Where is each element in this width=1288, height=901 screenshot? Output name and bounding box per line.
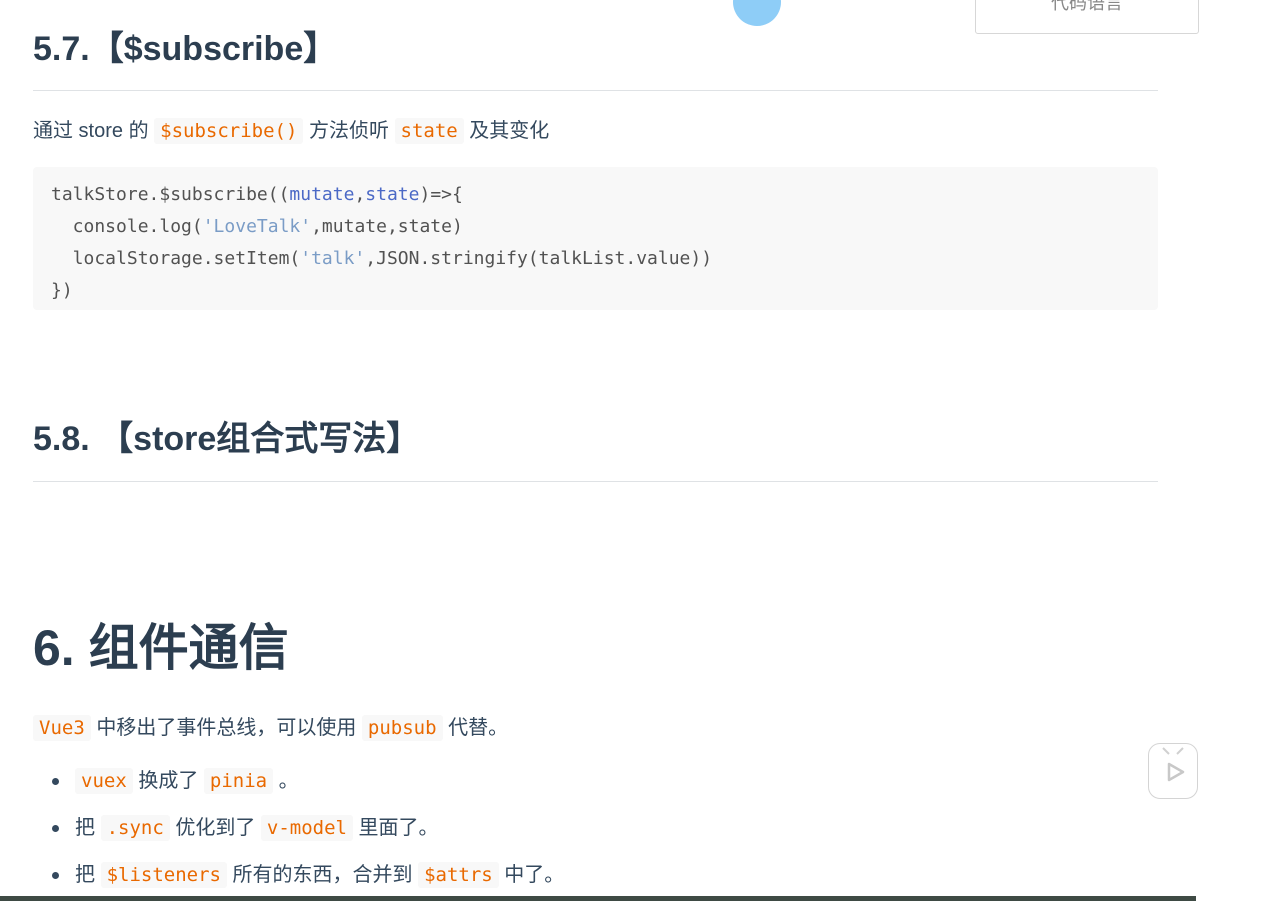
play-tv-icon[interactable] — [1148, 743, 1198, 799]
section-57-divider — [33, 90, 1158, 91]
list-item: 把 $listeners 所有的东西，合并到 $attrs 中了。 — [33, 860, 1158, 890]
code-line-4: }) — [51, 280, 73, 301]
section-58-divider — [33, 481, 1158, 482]
inline-code-vue3: Vue3 — [33, 715, 91, 741]
list-item: vuex 换成了 pinia 。 — [33, 766, 1158, 796]
list-item: 把 .sync 优化到了 v-model 里面了。 — [33, 813, 1158, 843]
inline-code-state: state — [394, 118, 464, 144]
code-language-label: 代码语言 — [1051, 0, 1123, 13]
inline-code-pubsub: pubsub — [361, 715, 443, 741]
bullet-icon — [52, 825, 59, 832]
play-icon — [1162, 747, 1185, 782]
page: 代码语言 5.7.【$subscribe】 通过 store 的 $subscr… — [0, 0, 1288, 901]
section-6-title: 6. 组件通信 — [33, 620, 289, 676]
floating-avatar-icon[interactable] — [733, 0, 781, 26]
code-line-1: talkStore.$subscribe((mutate,state)=>{ — [51, 184, 463, 205]
code-line-2: console.log('LoveTalk',mutate,state) — [51, 216, 463, 237]
bottom-bar — [0, 896, 1196, 901]
bullet-icon — [52, 778, 59, 785]
inline-code-subscribe: $subscribe() — [154, 118, 304, 144]
section-6-intro: Vue3 中移出了事件总线，可以使用 pubsub 代替。 — [33, 713, 508, 743]
code-language-button[interactable]: 代码语言 — [975, 0, 1199, 34]
subscribe-code-block[interactable]: talkStore.$subscribe((mutate,state)=>{ c… — [33, 167, 1158, 310]
section-57-description: 通过 store 的 $subscribe() 方法侦听 state 及其变化 — [33, 118, 550, 144]
code-line-3: localStorage.setItem('talk',JSON.stringi… — [51, 248, 713, 269]
bullet-icon — [52, 872, 59, 879]
section-57-title: 5.7.【$subscribe】 — [33, 30, 338, 68]
changes-list: vuex 换成了 pinia 。 把 .sync 优化到了 v-model 里面… — [33, 766, 1158, 901]
section-58-title: 5.8. 【store组合式写法】 — [33, 420, 421, 458]
